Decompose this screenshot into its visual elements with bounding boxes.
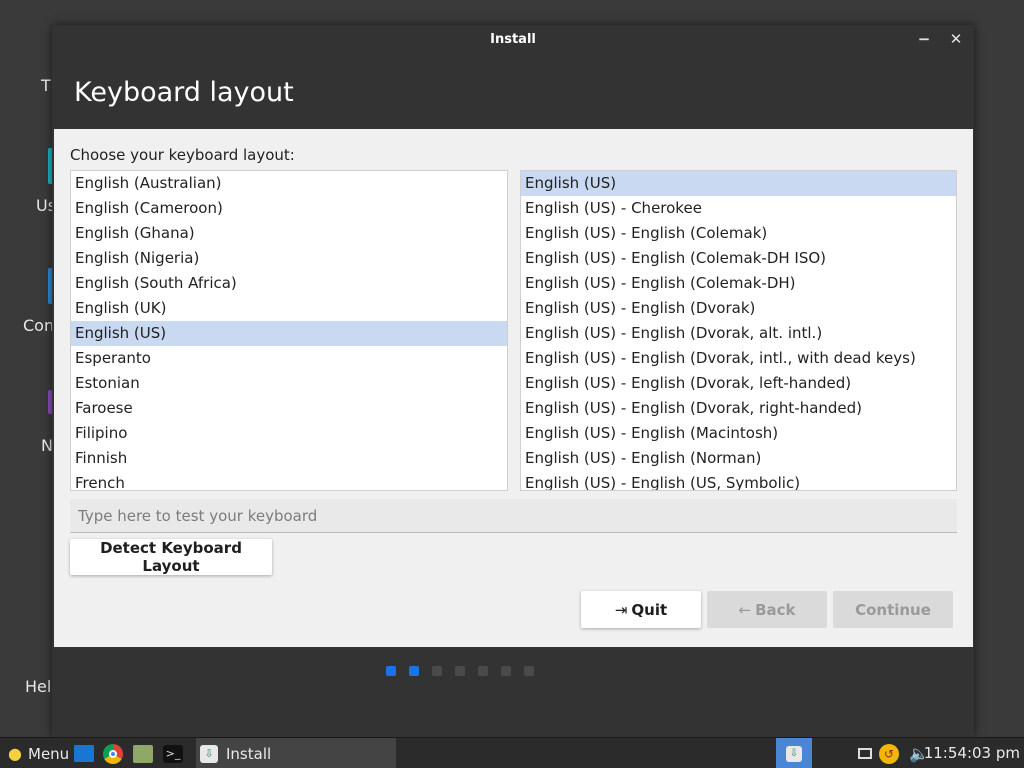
layout-list-item[interactable]: English (US) xyxy=(71,321,507,346)
step-dot xyxy=(432,666,442,676)
layout-list-item[interactable]: Faroese xyxy=(71,396,507,421)
quit-button[interactable]: ⇥ Quit xyxy=(581,591,701,628)
workspace-indicator[interactable]: ⇩ xyxy=(776,738,812,768)
back-button-label: Back xyxy=(755,600,796,619)
variant-list-item[interactable]: English (US) - English (US, Symbolic) xyxy=(521,471,956,490)
step-dot xyxy=(524,666,534,676)
update-tray[interactable]: ↺ xyxy=(879,738,899,768)
layout-list-item[interactable]: English (Ghana) xyxy=(71,221,507,246)
layout-list[interactable]: English (Australian) English (Cameroon) En… xyxy=(70,170,508,491)
variant-list-item[interactable]: English (US) - English (Norman) xyxy=(521,446,956,471)
layout-list-item[interactable]: English (UK) xyxy=(71,296,507,321)
layout-list-item[interactable]: Estonian xyxy=(71,371,507,396)
close-button[interactable]: ✕ xyxy=(946,30,966,50)
quit-icon: ⇥ xyxy=(614,600,628,619)
menu-logo-icon: ● xyxy=(8,744,22,763)
layout-list-item[interactable]: Finnish xyxy=(71,446,507,471)
variant-list-item[interactable]: English (US) - English (Colemak-DH ISO) xyxy=(521,246,956,271)
step-dot xyxy=(478,666,488,676)
variant-list[interactable]: English (US) English (US) - Cherokee Engli… xyxy=(520,170,957,491)
page-title: Keyboard layout xyxy=(74,77,294,108)
variant-list-item[interactable]: English (US) - English (Colemak) xyxy=(521,221,956,246)
continue-button-label: Continue xyxy=(855,600,931,619)
continue-button[interactable]: Continue xyxy=(833,591,953,628)
variant-list-item[interactable]: English (US) - English (Macintosh) xyxy=(521,421,956,446)
variant-list-item[interactable]: English (US) - English (Dvorak, right-ha… xyxy=(521,396,956,421)
step-dot xyxy=(455,666,465,676)
layout-list-item[interactable]: French xyxy=(71,471,507,490)
installer-window: Install − ✕ Keyboard layout Choose your … xyxy=(52,25,974,737)
desktop-icon xyxy=(74,745,94,762)
step-dot xyxy=(409,666,419,676)
minimize-button[interactable]: − xyxy=(914,30,934,50)
taskbar-install-window[interactable]: ⇩ Install xyxy=(196,738,396,768)
desktop-label-3: Con xyxy=(23,316,55,335)
layout-list-item[interactable]: English (Nigeria) xyxy=(71,246,507,271)
layout-list-item[interactable]: Esperanto xyxy=(71,346,507,371)
browser-launcher[interactable] xyxy=(103,738,123,768)
detect-button-label: Detect Keyboard Layout xyxy=(100,539,242,575)
step-dot xyxy=(501,666,511,676)
screen-icon xyxy=(858,748,872,759)
update-shield-icon: ↺ xyxy=(879,743,899,764)
choose-layout-label: Choose your keyboard layout: xyxy=(70,146,295,164)
variant-list-item[interactable]: English (US) - Cherokee xyxy=(521,196,956,221)
page-header: Keyboard layout xyxy=(52,55,974,129)
show-desktop-launcher[interactable] xyxy=(74,738,94,768)
keyboard-test-input[interactable] xyxy=(70,499,957,533)
menu-label: Menu xyxy=(28,744,70,763)
variant-list-item[interactable]: English (US) xyxy=(521,171,956,196)
detect-keyboard-layout-button[interactable]: Detect Keyboard Layout xyxy=(70,539,272,575)
arrow-left-icon: ← xyxy=(738,600,752,619)
menu-button[interactable]: ● Menu xyxy=(4,738,69,768)
taskbar: ● Menu >_ ⇩ Install ⇩ ↺ 🔈 11:54:03 pm xyxy=(0,737,1024,768)
terminal-icon: >_ xyxy=(163,744,183,763)
variant-list-item[interactable]: English (US) - English (Dvorak, alt. int… xyxy=(521,321,956,346)
layout-list-item[interactable]: English (Cameroon) xyxy=(71,196,507,221)
back-button[interactable]: ← Back xyxy=(707,591,827,628)
variant-list-item[interactable]: English (US) - English (Colemak-DH) xyxy=(521,271,956,296)
step-indicator xyxy=(386,666,534,676)
folder-icon xyxy=(133,744,153,763)
terminal-launcher[interactable]: >_ xyxy=(163,738,183,768)
chrome-icon xyxy=(103,743,123,764)
installer-icon: ⇩ xyxy=(200,744,218,763)
window-title: Install xyxy=(490,32,536,47)
taskbar-install-label: Install xyxy=(226,744,272,763)
page-content: Choose your keyboard layout: English (Au… xyxy=(54,129,973,647)
variant-list-item[interactable]: English (US) - English (Dvorak) xyxy=(521,296,956,321)
installer-tray-icon: ⇩ xyxy=(786,745,802,762)
variant-list-item[interactable]: English (US) - English (Dvorak, left-han… xyxy=(521,371,956,396)
title-bar[interactable]: Install − ✕ xyxy=(52,25,974,55)
variant-list-item[interactable]: English (US) - English (Dvorak, intl., w… xyxy=(521,346,956,371)
layout-list-item[interactable]: Filipino xyxy=(71,421,507,446)
layout-list-item[interactable]: English (Australian) xyxy=(71,171,507,196)
layout-list-item[interactable]: English (South Africa) xyxy=(71,271,507,296)
notifications-tray[interactable] xyxy=(858,738,872,768)
files-launcher[interactable] xyxy=(133,738,153,768)
step-dot xyxy=(386,666,396,676)
desktop-label-1: T xyxy=(41,76,51,95)
quit-button-label: Quit xyxy=(631,600,668,619)
clock[interactable]: 11:54:03 pm xyxy=(924,744,1020,762)
